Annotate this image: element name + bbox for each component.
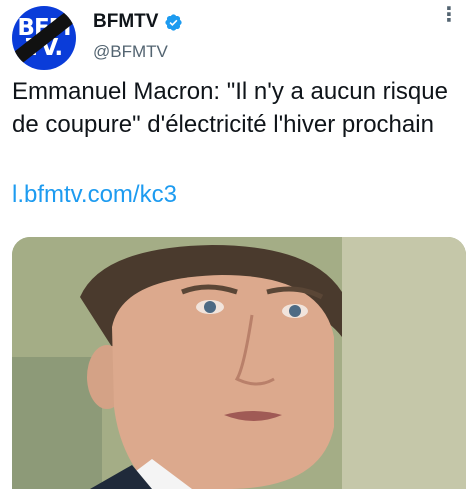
display-name-row: BFMTV	[93, 11, 183, 33]
photo-portrait	[12, 237, 466, 489]
handle[interactable]: @BFMTV	[93, 42, 183, 62]
tweet-header: BFMTV @BFMTV	[93, 11, 183, 62]
display-name[interactable]: BFMTV	[93, 11, 158, 33]
tweet-card[interactable]: BFM TV. BFMTV @BFMTV ⋮ Emmanuel Macron: …	[0, 0, 475, 489]
more-options-icon[interactable]: ⋮	[439, 5, 459, 25]
avatar[interactable]: BFM TV.	[12, 6, 76, 70]
tweet-link[interactable]: l.bfmtv.com/kc3	[12, 178, 177, 211]
tweet-text: Emmanuel Macron: "Il n'y a aucun risque …	[12, 78, 448, 138]
tweet-media[interactable]	[12, 237, 466, 489]
verified-badge-icon	[165, 13, 183, 31]
